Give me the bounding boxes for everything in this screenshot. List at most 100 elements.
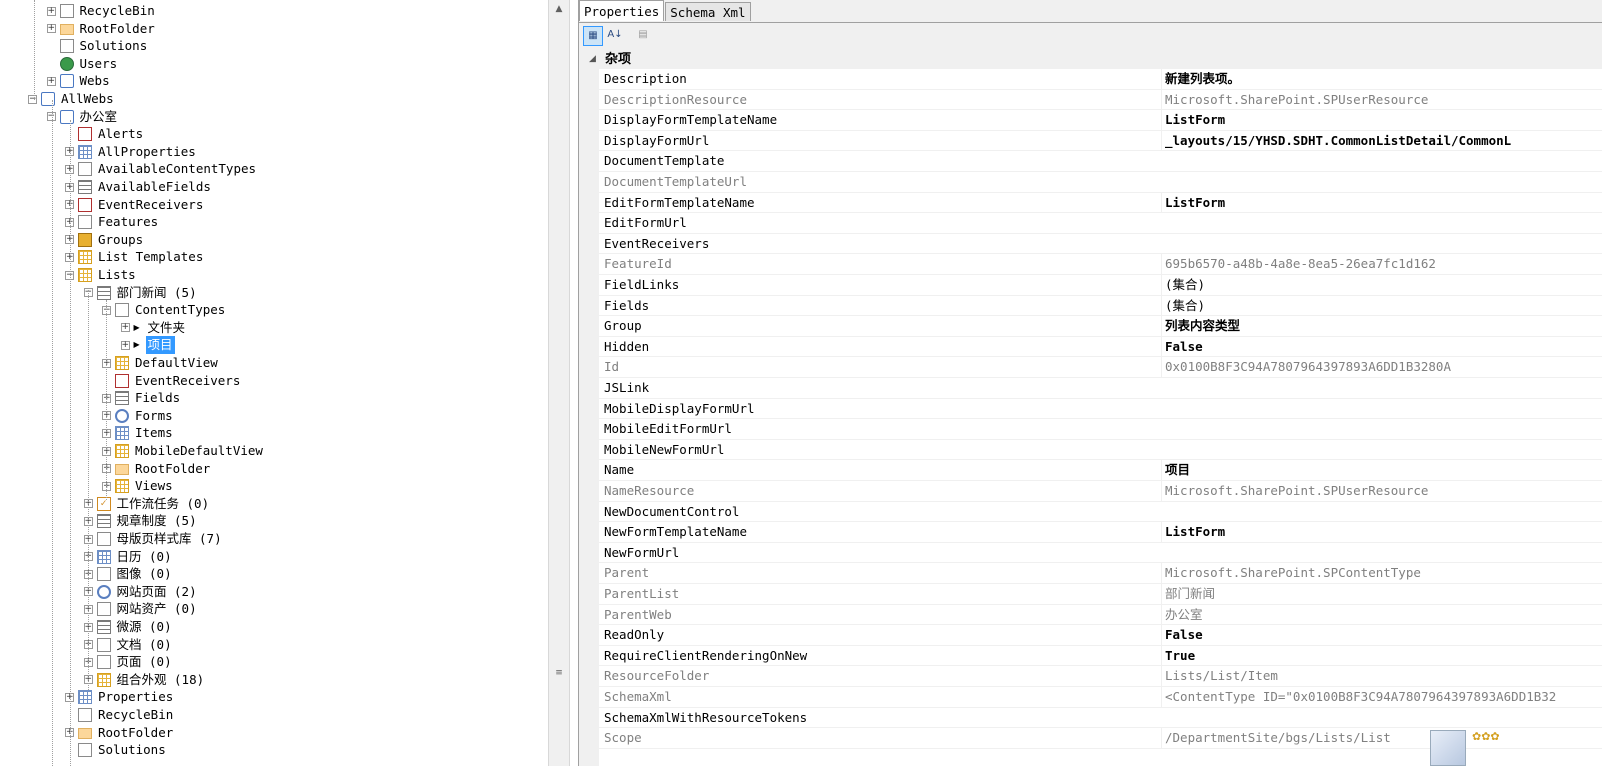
tree-node[interactable]: + List Templates <box>65 248 205 266</box>
tree-node[interactable]: + ✓ 工作流任务 (0) <box>83 495 212 513</box>
tree-node[interactable]: + MobileDefaultView <box>102 442 265 460</box>
property-row[interactable]: JSLink <box>599 378 1602 399</box>
object-tree[interactable]: + RecycleBin + RootFolder Solutions Users + Web… <box>0 0 548 766</box>
property-row[interactable]: Name 项目 <box>599 460 1602 481</box>
collapse-icon[interactable]: − <box>46 112 56 122</box>
tree-node[interactable]: Solutions <box>47 37 150 55</box>
property-value[interactable]: 列表内容类型 <box>1161 316 1602 337</box>
tree-node[interactable]: − 部门新闻 (5) <box>83 284 199 302</box>
tree-node[interactable]: + ▶ 项目 <box>120 336 175 355</box>
property-row[interactable]: MobileNewFormUrl <box>599 440 1602 461</box>
property-row[interactable]: Parent Microsoft.SharePoint.SPContentType <box>599 563 1602 584</box>
property-row[interactable]: NewFormTemplateName ListForm <box>599 522 1602 543</box>
tree-node[interactable]: + AvailableFields <box>65 178 213 196</box>
property-row[interactable]: ParentList 部门新闻 <box>599 584 1602 605</box>
property-row[interactable]: EventReceivers <box>599 234 1602 255</box>
tree-node[interactable]: − AllWebs <box>28 90 116 108</box>
tree-node[interactable]: + Forms <box>102 407 175 425</box>
tree-node[interactable]: + 文档 (0) <box>83 636 174 654</box>
property-value[interactable]: (集合) <box>1161 275 1602 295</box>
property-value[interactable]: /DepartmentSite/bgs/Lists/List <box>1161 728 1602 749</box>
tree-node[interactable]: − Lists <box>65 266 138 284</box>
property-value[interactable]: ListForm <box>1161 110 1602 131</box>
tree-node[interactable]: + RecycleBin <box>46 2 157 20</box>
tree-node[interactable]: − 办公室 <box>46 108 120 126</box>
tree-node[interactable]: + 微源 (0) <box>83 618 174 636</box>
property-row[interactable]: DisplayFormUrl _layouts/15/YHSD.SDHT.Comm… <box>599 130 1602 152</box>
property-row[interactable]: RequireClientRenderingOnNew True <box>599 645 1602 667</box>
property-value[interactable]: ListForm <box>1161 522 1602 543</box>
scroll-up-arrow-icon[interactable]: ▲ <box>553 4 565 14</box>
property-row[interactable]: DocumentTemplateUrl <box>599 172 1602 193</box>
tree-node[interactable]: + Webs <box>46 72 112 90</box>
property-row[interactable]: Hidden False <box>599 336 1602 358</box>
tree-node[interactable]: + 图像 (0) <box>83 565 174 583</box>
property-value[interactable]: <ContentType ID="0x0100B8F3C94A780796439… <box>1161 687 1602 707</box>
property-value[interactable]: 695b6570-a48b-4a8e-8ea5-26ea7fc1d162 <box>1161 254 1602 275</box>
tree-node[interactable]: + AvailableContentTypes <box>65 160 258 178</box>
tree-node[interactable]: + Items <box>102 424 175 442</box>
property-value[interactable]: 0x0100B8F3C94A7807964397893A6DD1B3280A <box>1161 357 1602 378</box>
property-value[interactable]: False <box>1161 625 1602 646</box>
property-row[interactable]: DocumentTemplate <box>599 151 1602 172</box>
alphabetical-sort-icon[interactable]: A↓ <box>605 26 625 46</box>
property-row[interactable]: FieldLinks (集合) <box>599 275 1602 296</box>
property-value[interactable]: True <box>1161 645 1602 666</box>
tree-node[interactable]: − ContentTypes <box>102 301 227 319</box>
expand-icon[interactable]: + <box>120 323 130 333</box>
property-row[interactable]: NewFormUrl <box>599 543 1602 564</box>
property-row[interactable]: SchemaXmlWithResourceTokens <box>599 708 1602 729</box>
property-row[interactable]: ReadOnly False <box>599 625 1602 646</box>
tree-node[interactable]: + 组合外观 (18) <box>83 671 207 689</box>
property-row[interactable]: ParentWeb 办公室 <box>599 604 1602 626</box>
property-row[interactable]: Fields (集合) <box>599 295 1602 317</box>
tree-node[interactable]: + RootFolder <box>65 724 175 742</box>
property-row[interactable]: MobileEditFormUrl <box>599 419 1602 440</box>
property-value[interactable]: Microsoft.SharePoint.SPUserResource <box>1161 89 1602 110</box>
tree-node[interactable]: + Groups <box>65 231 145 249</box>
collapse-icon[interactable]: − <box>28 94 37 104</box>
category-header[interactable]: ◢ 杂项 <box>579 50 1602 69</box>
tree-node[interactable]: + DefaultView <box>102 354 220 372</box>
collapse-triangle-icon[interactable]: ◢ <box>589 50 596 69</box>
property-row[interactable]: DescriptionResource Microsoft.SharePoint.… <box>599 89 1602 111</box>
tree-node[interactable]: + Views <box>102 477 175 495</box>
tree-node[interactable]: + 页面 (0) <box>83 653 174 671</box>
property-value[interactable]: 部门新闻 <box>1161 584 1602 604</box>
property-row[interactable]: DisplayFormTemplateName ListForm <box>599 110 1602 131</box>
property-value[interactable]: ListForm <box>1161 192 1602 213</box>
property-value[interactable]: Microsoft.SharePoint.SPContentType <box>1161 563 1602 584</box>
property-row[interactable]: NameResource Microsoft.SharePoint.SPUserR… <box>599 481 1602 502</box>
tab-properties[interactable]: Properties <box>579 0 665 21</box>
property-value[interactable]: 办公室 <box>1161 604 1602 625</box>
property-row[interactable]: MobileDisplayFormUrl <box>599 399 1602 420</box>
tree-node[interactable]: RecycleBin <box>65 706 175 724</box>
tree-node[interactable]: + ▶ 文件夹 <box>120 319 188 337</box>
tree-node[interactable]: + 日历 (0) <box>83 548 174 566</box>
property-value[interactable]: 新建列表项。 <box>1161 69 1602 89</box>
tree-node[interactable]: + 网站页面 (2) <box>83 583 199 601</box>
property-row[interactable]: FeatureId 695b6570-a48b-4a8e-8ea5-26ea7fc… <box>599 254 1602 275</box>
tree-node[interactable]: + AllProperties <box>65 143 198 161</box>
tree-node[interactable]: EventReceivers <box>102 372 242 390</box>
property-pages-icon[interactable]: ▤ <box>633 26 653 46</box>
expand-icon[interactable]: + <box>120 340 130 350</box>
property-value[interactable]: Lists/List/Item <box>1161 666 1602 687</box>
property-row[interactable]: Id 0x0100B8F3C94A7807964397893A6DD1B3280A <box>599 357 1602 378</box>
scroll-grip-icon[interactable]: ≡ <box>553 668 565 678</box>
tree-node[interactable]: + 网站资产 (0) <box>83 600 199 618</box>
property-value[interactable]: _layouts/15/YHSD.SDHT.CommonListDetail/C… <box>1161 130 1602 151</box>
property-row[interactable]: NewDocumentControl <box>599 502 1602 523</box>
expand-icon[interactable]: + <box>46 76 56 86</box>
property-value[interactable]: (集合) <box>1161 295 1602 316</box>
property-row[interactable]: Description 新建列表项。 <box>599 69 1602 90</box>
expand-icon[interactable]: + <box>46 6 56 16</box>
property-row[interactable]: EditFormUrl <box>599 213 1602 234</box>
tab-schema-xml[interactable]: Schema Xml <box>665 2 751 21</box>
property-value[interactable]: 项目 <box>1161 460 1602 481</box>
expand-icon[interactable]: + <box>46 24 56 34</box>
property-row[interactable]: EditFormTemplateName ListForm <box>599 192 1602 214</box>
tree-node[interactable]: Alerts <box>65 125 145 143</box>
tree-scrollbar[interactable]: ▲ ≡ <box>548 0 570 766</box>
tree-node[interactable]: + 规章制度 (5) <box>83 512 199 530</box>
